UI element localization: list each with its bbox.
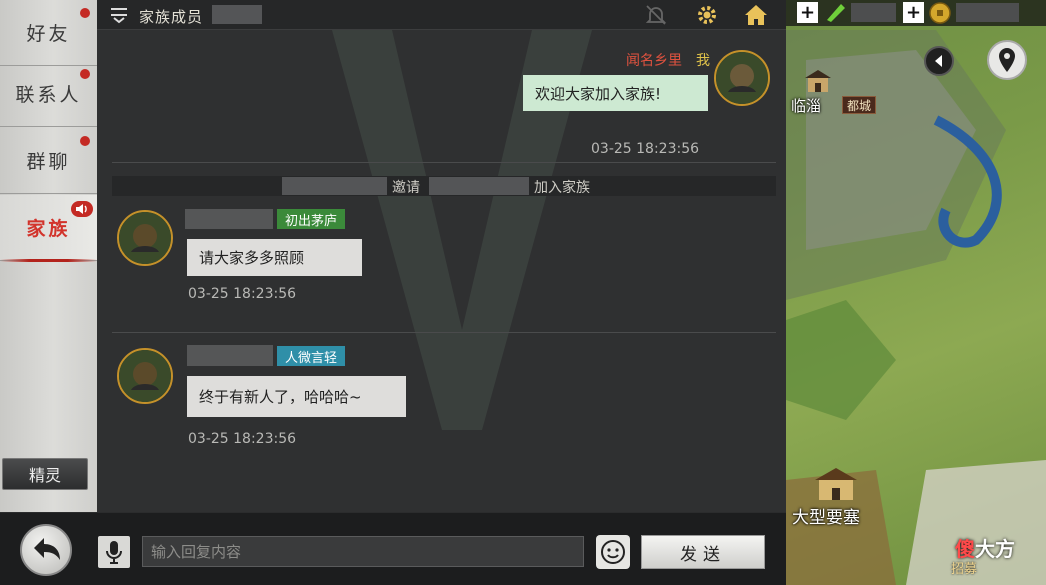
system-invite-text: 邀请 bbox=[392, 180, 420, 196]
emoji-button[interactable] bbox=[596, 535, 630, 569]
sidebar: 好友 联系人 群聊 家族 精灵 bbox=[0, 0, 97, 585]
chevron-left-icon bbox=[935, 55, 942, 67]
back-arrow-icon bbox=[34, 538, 60, 560]
coin-icon bbox=[928, 1, 952, 29]
add-resource-button[interactable]: + bbox=[903, 2, 924, 23]
sidebar-item-label: 好友 bbox=[26, 23, 71, 45]
resource-value bbox=[851, 3, 896, 22]
location-button[interactable] bbox=[987, 40, 1027, 80]
location-pin-icon bbox=[999, 48, 1015, 72]
avatar[interactable] bbox=[117, 348, 173, 404]
message-text: 欢迎大家加入家族! bbox=[535, 84, 662, 103]
fortress-name[interactable]: 大型要塞 bbox=[792, 503, 860, 528]
sidebar-item-contacts[interactable]: 联系人 bbox=[0, 61, 97, 127]
system-join-text: 加入家族 bbox=[534, 180, 590, 196]
add-resource-button[interactable]: + bbox=[797, 2, 818, 23]
message-bubble-other: 请大家多多照顾 bbox=[187, 239, 362, 276]
city-badge: 都城 bbox=[842, 96, 877, 114]
gear-icon[interactable] bbox=[695, 3, 719, 31]
redacted-name bbox=[187, 345, 273, 366]
send-button[interactable]: 发送 bbox=[641, 535, 765, 569]
sidebar-item-label: 群聊 bbox=[26, 151, 71, 173]
notification-dot bbox=[80, 136, 90, 146]
notification-dot bbox=[80, 69, 90, 79]
menu-icon[interactable] bbox=[109, 6, 129, 28]
sidebar-item-group-chat[interactable]: 群聊 bbox=[0, 128, 97, 194]
emoji-icon bbox=[601, 540, 625, 564]
sidebar-item-family[interactable]: 家族 bbox=[0, 195, 97, 262]
back-button[interactable] bbox=[20, 524, 72, 576]
redacted-name bbox=[429, 177, 529, 195]
microphone-icon bbox=[106, 541, 122, 564]
fortress-icon bbox=[811, 466, 861, 506]
sidebar-item-friends[interactable]: 好友 bbox=[0, 0, 97, 66]
jade-icon bbox=[823, 0, 849, 28]
chat-panel: 家族成员 闻名乡里 我 欢迎大家加入家族! 03-25 18:23:56 邀请 … bbox=[97, 0, 786, 512]
recruit-label[interactable]: 招募 bbox=[951, 558, 977, 577]
home-icon[interactable] bbox=[743, 3, 769, 31]
city-name[interactable]: 临淄 bbox=[791, 95, 821, 116]
spirit-button[interactable]: 精灵 bbox=[2, 458, 88, 490]
speaker-icon bbox=[71, 201, 93, 217]
divider bbox=[112, 332, 776, 333]
message-timestamp: 03-25 18:23:56 bbox=[591, 141, 700, 157]
user-title-tag: 初出茅庐 bbox=[277, 209, 346, 229]
sidebar-item-label: 联系人 bbox=[15, 84, 82, 106]
chat-header: 家族成员 bbox=[97, 0, 786, 30]
reply-input[interactable] bbox=[142, 536, 584, 567]
page-title: 家族成员 bbox=[139, 8, 204, 26]
message-bubble-other: 终于有新人了，哈哈哈~ bbox=[187, 376, 406, 417]
avatar[interactable] bbox=[117, 210, 173, 266]
message-bubble-self: 欢迎大家加入家族! bbox=[523, 75, 708, 111]
me-label: 我 bbox=[696, 53, 710, 69]
resource-value bbox=[956, 3, 1019, 22]
message-text: 请大家多多照顾 bbox=[199, 249, 305, 267]
mic-button[interactable] bbox=[98, 536, 130, 568]
user-title-tag: 人微言轻 bbox=[277, 346, 346, 366]
sidebar-item-label: 家族 bbox=[26, 218, 71, 240]
redacted-name bbox=[185, 209, 273, 229]
message-timestamp: 03-25 18:23:56 bbox=[188, 286, 297, 302]
city-gate-icon bbox=[803, 68, 833, 98]
user-title-tag: 闻名乡里 bbox=[626, 53, 682, 69]
map-back-button[interactable] bbox=[924, 46, 954, 76]
bell-muted-icon[interactable] bbox=[644, 3, 668, 31]
notification-dot bbox=[80, 8, 90, 18]
redacted-name bbox=[212, 5, 262, 24]
message-text: 终于有新人了，哈哈哈~ bbox=[199, 388, 362, 406]
redacted-name bbox=[282, 177, 387, 195]
avatar[interactable] bbox=[714, 50, 770, 106]
message-timestamp: 03-25 18:23:56 bbox=[188, 431, 297, 447]
divider bbox=[112, 162, 776, 163]
